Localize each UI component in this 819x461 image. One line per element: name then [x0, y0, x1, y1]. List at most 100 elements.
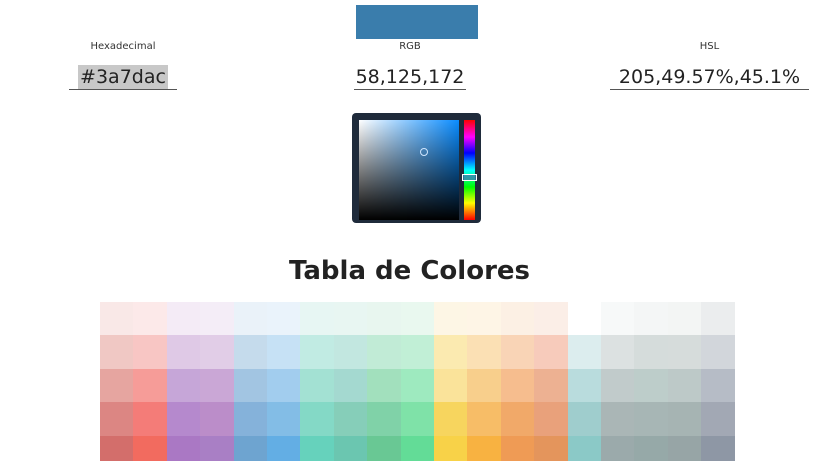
color-swatch[interactable]: [534, 369, 568, 403]
color-swatch[interactable]: [534, 335, 568, 369]
color-swatch[interactable]: [568, 369, 602, 403]
color-swatch[interactable]: [267, 436, 301, 461]
color-swatch[interactable]: [401, 436, 435, 461]
color-swatch[interactable]: [701, 436, 735, 461]
color-swatch[interactable]: [133, 402, 167, 436]
color-swatch[interactable]: [501, 402, 535, 436]
color-swatch[interactable]: [634, 402, 668, 436]
color-swatch[interactable]: [634, 302, 668, 336]
color-swatch[interactable]: [401, 402, 435, 436]
color-swatch[interactable]: [701, 402, 735, 436]
color-swatch[interactable]: [568, 402, 602, 436]
color-swatch[interactable]: [367, 302, 401, 336]
color-swatch[interactable]: [234, 335, 268, 369]
color-swatch[interactable]: [401, 302, 435, 336]
color-swatch[interactable]: [701, 335, 735, 369]
color-swatch[interactable]: [334, 302, 368, 336]
hsl-input[interactable]: 205,49.57%,45.1%: [610, 60, 809, 90]
color-swatch[interactable]: [668, 302, 702, 336]
color-swatch[interactable]: [167, 335, 201, 369]
color-swatch[interactable]: [668, 335, 702, 369]
color-swatch[interactable]: [434, 369, 468, 403]
hex-input[interactable]: #3a7dac: [69, 60, 177, 90]
color-swatch[interactable]: [401, 369, 435, 403]
color-swatch[interactable]: [634, 335, 668, 369]
color-swatch[interactable]: [367, 369, 401, 403]
color-swatch[interactable]: [601, 369, 635, 403]
color-swatch[interactable]: [601, 302, 635, 336]
color-swatch[interactable]: [367, 402, 401, 436]
color-swatch[interactable]: [467, 369, 501, 403]
color-swatch[interactable]: [501, 436, 535, 461]
color-swatch[interactable]: [300, 402, 334, 436]
color-swatch[interactable]: [167, 302, 201, 336]
color-swatch[interactable]: [133, 335, 167, 369]
color-swatch[interactable]: [133, 302, 167, 336]
color-swatch[interactable]: [267, 335, 301, 369]
color-swatch[interactable]: [200, 369, 234, 403]
color-swatch[interactable]: [467, 335, 501, 369]
color-swatch[interactable]: [367, 335, 401, 369]
color-swatch[interactable]: [100, 369, 134, 403]
color-swatch[interactable]: [568, 436, 602, 461]
color-swatch[interactable]: [267, 402, 301, 436]
color-swatch[interactable]: [334, 335, 368, 369]
color-swatch[interactable]: [467, 402, 501, 436]
color-swatch[interactable]: [300, 436, 334, 461]
color-swatch[interactable]: [568, 335, 602, 369]
color-swatch[interactable]: [234, 369, 268, 403]
color-swatch[interactable]: [601, 335, 635, 369]
hue-thumb[interactable]: [462, 173, 477, 181]
color-swatch[interactable]: [234, 302, 268, 336]
color-swatch[interactable]: [167, 402, 201, 436]
color-swatch[interactable]: [668, 436, 702, 461]
color-swatch[interactable]: [534, 402, 568, 436]
color-swatch[interactable]: [701, 302, 735, 336]
color-swatch[interactable]: [300, 335, 334, 369]
color-swatch[interactable]: [434, 402, 468, 436]
color-swatch[interactable]: [334, 436, 368, 461]
color-swatch[interactable]: [534, 302, 568, 336]
color-swatch[interactable]: [334, 402, 368, 436]
color-swatch[interactable]: [300, 302, 334, 336]
color-swatch[interactable]: [200, 402, 234, 436]
saturation-value-area[interactable]: [359, 120, 459, 220]
color-swatch[interactable]: [167, 369, 201, 403]
color-swatch[interactable]: [100, 302, 134, 336]
color-swatch[interactable]: [300, 369, 334, 403]
color-swatch[interactable]: [234, 402, 268, 436]
color-swatch[interactable]: [200, 302, 234, 336]
color-swatch[interactable]: [200, 436, 234, 461]
color-swatch[interactable]: [434, 436, 468, 461]
color-swatch[interactable]: [501, 302, 535, 336]
color-swatch[interactable]: [167, 436, 201, 461]
color-swatch[interactable]: [701, 369, 735, 403]
color-swatch[interactable]: [200, 335, 234, 369]
color-swatch[interactable]: [501, 369, 535, 403]
color-swatch[interactable]: [267, 302, 301, 336]
color-swatch[interactable]: [100, 436, 134, 461]
color-swatch[interactable]: [601, 402, 635, 436]
color-swatch[interactable]: [501, 335, 535, 369]
color-swatch[interactable]: [133, 369, 167, 403]
color-swatch[interactable]: [100, 335, 134, 369]
color-swatch[interactable]: [100, 402, 134, 436]
color-swatch[interactable]: [367, 436, 401, 461]
color-swatch[interactable]: [634, 369, 668, 403]
color-swatch[interactable]: [267, 369, 301, 403]
rgb-input[interactable]: 58,125,172: [354, 60, 466, 90]
color-swatch[interactable]: [434, 302, 468, 336]
color-swatch[interactable]: [568, 302, 602, 336]
color-swatch[interactable]: [234, 436, 268, 461]
color-swatch[interactable]: [601, 436, 635, 461]
hue-slider[interactable]: [464, 120, 475, 220]
color-swatch[interactable]: [401, 335, 435, 369]
saturation-value-thumb[interactable]: [420, 148, 428, 156]
color-swatch[interactable]: [467, 436, 501, 461]
color-swatch[interactable]: [434, 335, 468, 369]
color-swatch[interactable]: [634, 436, 668, 461]
color-swatch[interactable]: [534, 436, 568, 461]
color-swatch[interactable]: [133, 436, 167, 461]
color-swatch[interactable]: [467, 302, 501, 336]
color-swatch[interactable]: [668, 402, 702, 436]
